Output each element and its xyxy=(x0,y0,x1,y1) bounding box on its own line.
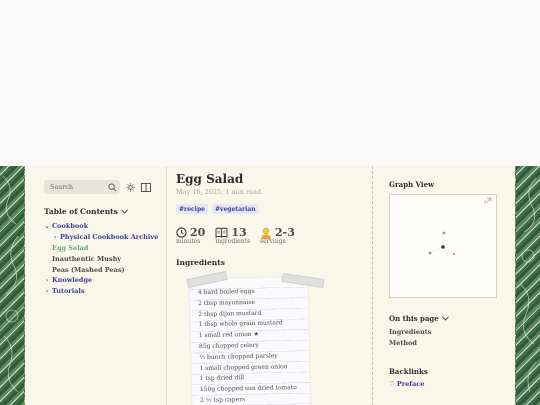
tag-vegetarian[interactable]: #vegetarian xyxy=(211,204,259,214)
graph-node xyxy=(428,251,432,255)
heart-icon: ♡ xyxy=(389,380,395,388)
stat-label: minutes xyxy=(176,238,201,245)
backlinks-title: Backlinks xyxy=(389,367,428,376)
sun-icon[interactable] xyxy=(126,182,135,192)
toc-item-mushy-peas[interactable]: Inauthentic Mushy Peas (Mashed Peas) xyxy=(44,254,166,275)
toc-item-label: Inauthentic Mushy Peas (Mashed Peas) xyxy=(52,255,125,274)
tag-list: #recipe #vegetarian xyxy=(176,204,372,214)
left-sidebar: Search Table of Contents ⌄ Cookbook › Ph… xyxy=(25,166,167,405)
ingredients-card: 4 hard boiled eggs 2 tbsp mayonnaise 2 t… xyxy=(186,270,325,405)
tag-recipe[interactable]: #recipe xyxy=(176,204,208,214)
toc-item-physical-archive[interactable]: › Physical Cookbook Archive xyxy=(44,232,166,243)
graph-view-title: Graph View xyxy=(389,180,435,189)
stat-servings: 2-3 servings xyxy=(260,226,295,245)
chevron-down-icon xyxy=(441,316,449,321)
chevron-right-icon: › xyxy=(45,277,49,284)
toc-tree: ⌄ Cookbook › Physical Cookbook Archive E… xyxy=(44,221,166,297)
chevron-right-icon: › xyxy=(45,288,49,295)
book-icon xyxy=(215,227,228,238)
graph-node xyxy=(442,231,446,235)
sidebar-tools xyxy=(126,180,151,194)
graph-canvas xyxy=(428,197,492,256)
page-container: Search Table of Contents ⌄ Cookbook › Ph… xyxy=(25,166,515,405)
decorative-left-border xyxy=(0,166,25,405)
graph-view[interactable] xyxy=(389,194,497,298)
ingredient-paper: 4 hard boiled eggs 2 tbsp mayonnaise 2 t… xyxy=(189,276,311,405)
site-frame: Search Table of Contents ⌄ Cookbook › Ph… xyxy=(0,166,540,405)
toc-item-label: Physical Cookbook Archive xyxy=(60,233,159,241)
ingredient-item: 2 ½ tsp capers xyxy=(200,396,246,405)
article: Egg Salad May 16, 2025, 1 min read #reci… xyxy=(168,166,372,405)
toc-item-knowledge[interactable]: › Knowledge xyxy=(44,275,166,286)
toc-item-cookbook[interactable]: ⌄ Cookbook xyxy=(44,221,166,232)
page-title: Egg Salad xyxy=(176,172,244,186)
toc-item-label: Egg Salad xyxy=(52,244,89,252)
backlink-item[interactable]: ♡ Preface xyxy=(389,380,515,388)
expand-icon xyxy=(484,197,492,204)
stat-ingredients: 13 ingredients xyxy=(215,226,250,245)
toc-item-label: Tutorials xyxy=(52,287,85,295)
recipe-stats: 20 minutes 13 ingredients 2-3 servings xyxy=(176,226,372,245)
reader-mode-icon[interactable] xyxy=(141,182,151,192)
backlink-preface: Preface xyxy=(396,380,425,388)
toc-item-label: Knowledge xyxy=(52,276,93,284)
chevron-down-icon xyxy=(121,209,128,214)
toc-item-label: Cookbook xyxy=(52,222,89,230)
stat-label: ingredients xyxy=(215,238,251,245)
ingredients-heading: Ingredients xyxy=(176,258,225,267)
ingredient-item: 150g chopped sun dried tomato xyxy=(199,384,297,394)
toc-item-tutorials[interactable]: › Tutorials xyxy=(44,286,166,297)
person-icon xyxy=(261,227,272,239)
stat-minutes: 20 minutes xyxy=(176,226,205,245)
on-this-page-title: On this page xyxy=(389,314,439,323)
toc-item-egg-salad[interactable]: Egg Salad xyxy=(44,243,166,254)
toc-link-method[interactable]: Method xyxy=(389,338,515,349)
search-icon xyxy=(108,182,117,191)
search-placeholder: Search xyxy=(50,183,74,191)
search-bar[interactable]: Search xyxy=(44,180,120,194)
on-this-page-list: Ingredients Method xyxy=(389,327,515,349)
clock-icon xyxy=(176,227,187,238)
stat-label: servings xyxy=(260,238,286,245)
right-sidebar: Graph View On this page Ingredients Meth… xyxy=(372,166,515,405)
decorative-right-border xyxy=(515,166,540,405)
article-meta: May 16, 2025, 1 min read xyxy=(176,188,262,196)
chevron-down-icon: ⌄ xyxy=(44,223,50,230)
graph-node xyxy=(452,252,456,256)
toc-header[interactable]: Table of Contents xyxy=(44,207,166,216)
on-this-page-header[interactable]: On this page xyxy=(389,314,515,323)
toc-link-ingredients[interactable]: Ingredients xyxy=(389,327,515,338)
toc-title: Table of Contents xyxy=(44,207,118,216)
graph-node-current xyxy=(441,245,445,249)
chevron-right-icon: › xyxy=(53,234,57,241)
